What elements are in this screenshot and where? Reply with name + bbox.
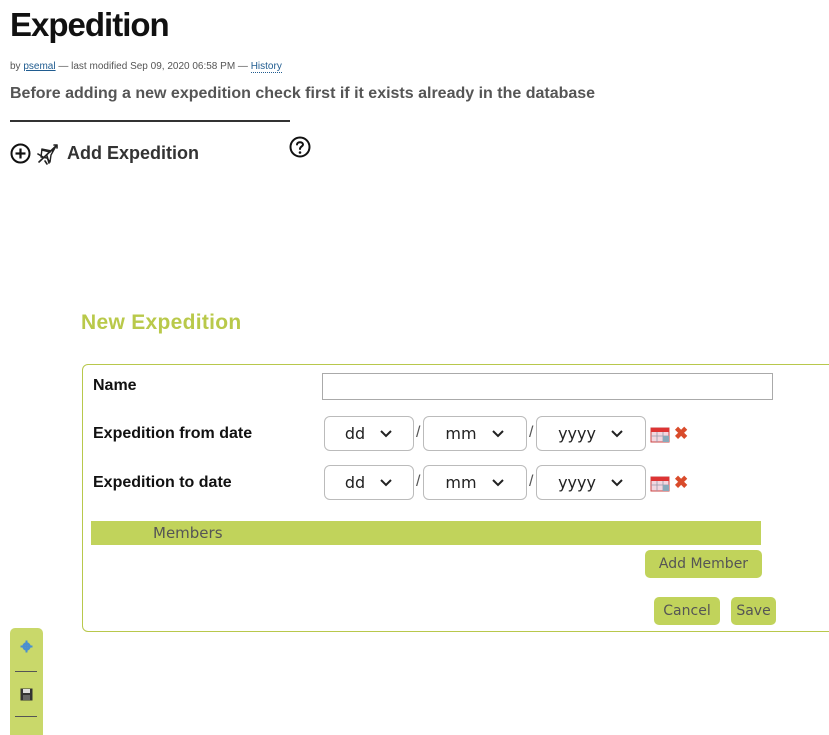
to-month-select[interactable]: mm [423,465,527,500]
page-title: Expedition [10,6,170,43]
date-separator: / [529,424,534,441]
clear-date-icon[interactable]: ✖ [674,425,688,442]
clear-date-icon[interactable]: ✖ [674,474,688,491]
add-expedition-action[interactable]: Add Expedition [10,139,199,167]
chevron-down-icon [380,429,392,437]
side-toolbar [10,628,43,735]
save-button[interactable]: Save [731,597,776,625]
page-description: Before adding a new expedition check fir… [10,85,596,102]
form-heading: New Expedition [81,311,242,334]
modified-text: — last modified Sep 09, 2020 06:58 PM — [55,61,251,72]
from-year-select[interactable]: yyyy [536,416,646,451]
history-link[interactable]: History [250,61,282,73]
calendar-icon[interactable] [650,427,670,443]
author-link[interactable]: psemal [23,61,55,72]
chevron-down-icon [491,478,504,486]
chevron-down-icon [491,429,504,437]
to-year-value: yyyy [558,473,596,492]
to-day-select[interactable]: dd [324,465,414,500]
members-header: Members [91,521,761,545]
from-year-value: yyyy [558,424,596,443]
add-member-button[interactable]: Add Member [645,550,762,578]
from-day-value: dd [344,424,366,443]
chevron-down-icon [380,478,392,486]
cancel-button[interactable]: Cancel [654,597,720,625]
save-icon[interactable] [20,688,33,706]
from-day-select[interactable]: dd [324,416,414,451]
to-date-label: Expedition to date [93,474,232,491]
divider [10,120,290,122]
date-separator: / [416,424,421,441]
toolbar-divider [15,671,37,672]
toolbar-divider [15,716,37,717]
chevron-down-icon [611,429,623,437]
from-month-value: mm [445,424,477,443]
calendar-icon[interactable] [650,476,670,492]
help-icon[interactable] [288,135,312,164]
byline: by psemal — last modified Sep 09, 2020 0… [10,61,282,73]
from-date-label: Expedition from date [93,425,253,442]
name-label: Name [93,377,137,394]
add-expedition-label[interactable]: Add Expedition [67,143,199,164]
to-day-value: dd [344,473,366,492]
date-separator: / [416,473,421,490]
to-month-value: mm [445,473,477,492]
gear-icon[interactable] [20,640,33,658]
plus-circle-icon[interactable] [10,143,31,164]
name-input[interactable] [322,373,773,400]
chevron-down-icon [611,478,623,486]
byline-prefix: by [10,61,21,72]
from-month-select[interactable]: mm [423,416,527,451]
date-separator: / [529,473,534,490]
plane-icon[interactable] [36,142,61,165]
to-year-select[interactable]: yyyy [536,465,646,500]
